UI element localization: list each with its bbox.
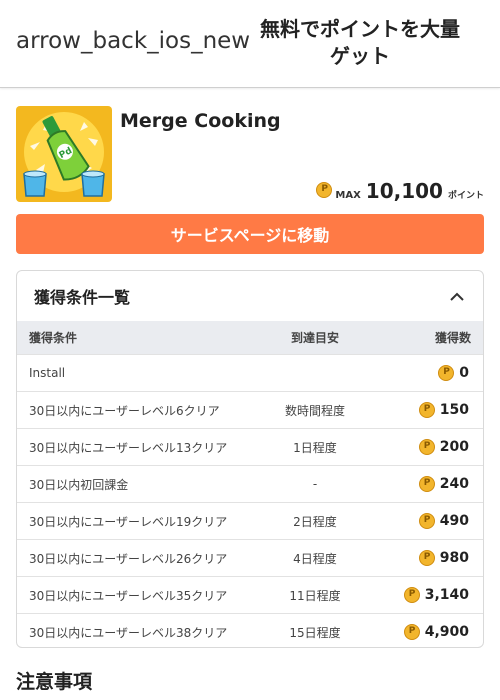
- points-cell: 4,900: [383, 624, 483, 640]
- points-cell: 150: [383, 402, 483, 418]
- conditions-title: 獲得条件一覧: [34, 288, 131, 307]
- points-cell: 980: [383, 550, 483, 566]
- coin-bag-icon: [403, 587, 420, 603]
- table-row: 30日以内にユーザーレベル26クリア 4日程度 980: [17, 539, 483, 576]
- header-condition: 獲得条件: [29, 331, 78, 345]
- target-text: 15日程度: [289, 625, 341, 640]
- condition-text: 30日以内にユーザーレベル19クリア: [29, 514, 228, 529]
- coin-bag-icon: [403, 624, 420, 640]
- max-points: MAX 10,100 ポイント: [316, 179, 484, 203]
- target-text: 11日程度: [289, 588, 341, 603]
- top-bar: arrow_back_ios_new 無料でポイントを大量ゲット: [0, 0, 500, 88]
- coin-bag-icon: [418, 439, 435, 455]
- condition-text: Install: [29, 366, 66, 380]
- app-name: Merge Cooking: [120, 110, 281, 132]
- points-value: 240: [439, 476, 469, 492]
- target-text: 1日程度: [293, 440, 337, 455]
- page-title: 無料でポイントを大量ゲット: [260, 17, 460, 68]
- target-text: 4日程度: [293, 551, 337, 566]
- table-row: 30日以内にユーザーレベル35クリア 11日程度 3,140: [17, 576, 483, 613]
- app-icon: Pd: [16, 106, 112, 202]
- condition-text: 30日以内にユーザーレベル35クリア: [29, 588, 228, 603]
- condition-text: 30日以内初回課金: [29, 477, 129, 492]
- service-page-button[interactable]: サービスページに移動: [16, 214, 484, 254]
- back-button[interactable]: arrow_back_ios_new: [16, 28, 250, 54]
- max-label: MAX: [335, 190, 361, 201]
- target-text: -: [312, 477, 318, 491]
- chevron-up-icon[interactable]: [449, 288, 465, 304]
- points-cell: 490: [383, 513, 483, 529]
- condition-text: 30日以内にユーザーレベル26クリア: [29, 551, 228, 566]
- points-cell: 0: [383, 365, 483, 381]
- conditions-header[interactable]: 獲得条件一覧: [17, 271, 483, 321]
- points-value: 3,140: [424, 587, 469, 603]
- points-unit: ポイント: [447, 191, 484, 201]
- notes-heading: 注意事項: [16, 671, 93, 693]
- max-points-value: 10,100: [365, 179, 443, 203]
- coin-bag-icon: [418, 550, 435, 566]
- coin-bag-icon: [418, 476, 435, 492]
- coin-bag-icon: [316, 182, 333, 198]
- points-value: 150: [439, 402, 469, 418]
- table-row: 30日以内にユーザーレベル13クリア 1日程度 200: [17, 428, 483, 465]
- points-value: 490: [439, 513, 469, 529]
- header-points: 獲得数: [434, 331, 471, 345]
- condition-text: 30日以内にユーザーレベル6クリア: [29, 403, 220, 418]
- header-target: 到達目安: [290, 331, 339, 345]
- table-row: 30日以内初回課金 - 240: [17, 465, 483, 502]
- coin-bag-icon: [418, 513, 435, 529]
- condition-text: 30日以内にユーザーレベル38クリア: [29, 625, 228, 640]
- table-header: 獲得条件 到達目安 獲得数: [17, 321, 483, 354]
- target-text: 2日程度: [293, 514, 337, 529]
- points-cell: 3,140: [383, 587, 483, 603]
- table-row: 30日以内にユーザーレベル19クリア 2日程度 490: [17, 502, 483, 539]
- coin-bag-icon: [438, 365, 455, 381]
- target-text: 数時間程度: [284, 403, 345, 418]
- condition-text: 30日以内にユーザーレベル13クリア: [29, 440, 228, 455]
- table-row: 30日以内にユーザーレベル38クリア 15日程度 4,900: [17, 613, 483, 647]
- points-value: 0: [459, 365, 469, 381]
- points-cell: 200: [383, 439, 483, 455]
- coin-bag-icon: [418, 402, 435, 418]
- conditions-card: 獲得条件一覧 獲得条件 到達目安 獲得数 Install 0 30日以内にユーザ…: [16, 270, 484, 648]
- table-row: 30日以内にユーザーレベル6クリア 数時間程度 150: [17, 391, 483, 428]
- table-row: Install 0: [17, 354, 483, 391]
- points-value: 200: [439, 439, 469, 455]
- points-value: 980: [439, 550, 469, 566]
- points-value: 4,900: [424, 624, 469, 640]
- points-cell: 240: [383, 476, 483, 492]
